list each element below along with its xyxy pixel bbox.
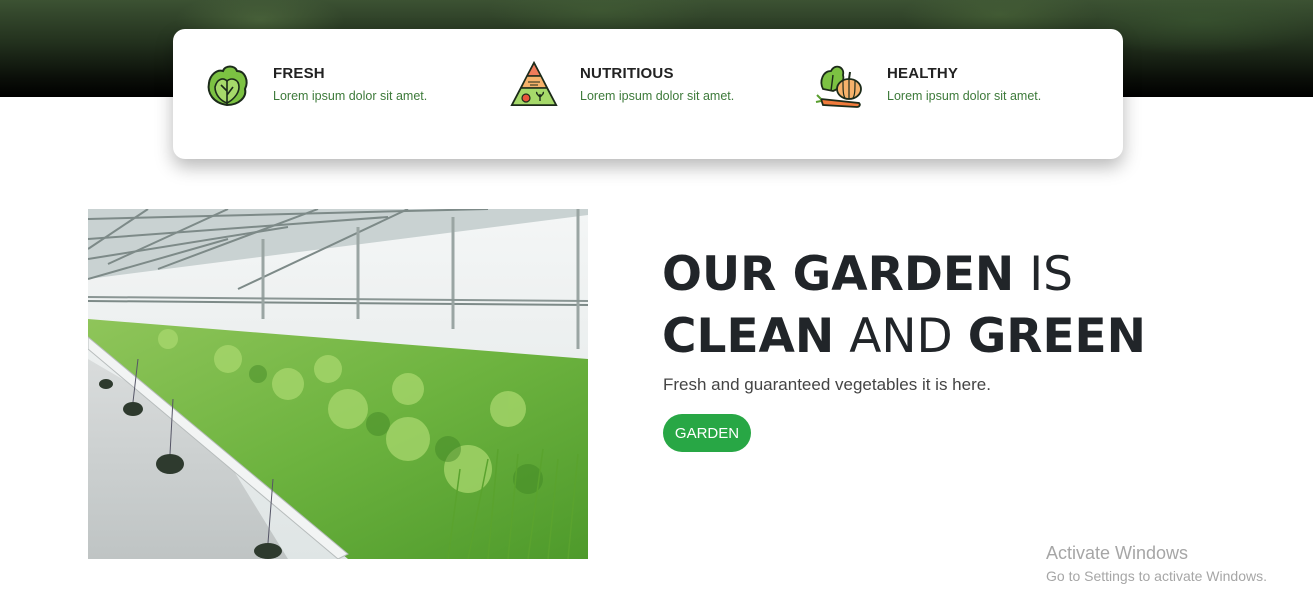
headline-light-text: IS xyxy=(1029,247,1073,302)
greenhouse-image xyxy=(88,209,588,559)
headline-light-text: AND xyxy=(849,309,953,364)
headline-bold-text: GREEN xyxy=(967,309,1147,364)
headline-bold-text: OUR GARDEN xyxy=(662,247,1015,302)
feature-nutritious: NUTRITIOUS Lorem ipsum dolor sit amet. xyxy=(480,29,780,159)
windows-activation-title: Activate Windows xyxy=(1046,543,1189,563)
feature-title: FRESH xyxy=(273,65,325,82)
windows-activation-subtitle: Go to Settings to activate Windows. xyxy=(1046,568,1267,584)
headline-line-2: CLEAN AND GREEN xyxy=(662,306,1222,368)
feature-text: Lorem ipsum dolor sit amet. xyxy=(580,89,735,103)
headline-bold-text: CLEAN xyxy=(662,309,835,364)
feature-title: NUTRITIOUS xyxy=(580,65,674,82)
feature-fresh: FRESH Lorem ipsum dolor sit amet. xyxy=(173,29,473,159)
headline-line-1: OUR GARDEN IS xyxy=(662,244,1222,306)
lettuce-icon xyxy=(207,65,248,107)
garden-button[interactable]: GARDEN xyxy=(663,414,751,452)
vegetables-icon xyxy=(815,65,862,108)
hero-subtext: Fresh and guaranteed vegetables it is he… xyxy=(663,375,991,394)
feature-text: Lorem ipsum dolor sit amet. xyxy=(887,89,1042,103)
food-pyramid-icon xyxy=(510,60,558,106)
headline: OUR GARDEN IS CLEAN AND GREEN xyxy=(662,244,1222,368)
features-card: FRESH Lorem ipsum dolor sit amet. NUTRIT… xyxy=(173,29,1123,159)
feature-text: Lorem ipsum dolor sit amet. xyxy=(273,89,428,103)
feature-title: HEALTHY xyxy=(887,65,959,82)
feature-healthy: HEALTHY Lorem ipsum dolor sit amet. xyxy=(787,29,1087,159)
